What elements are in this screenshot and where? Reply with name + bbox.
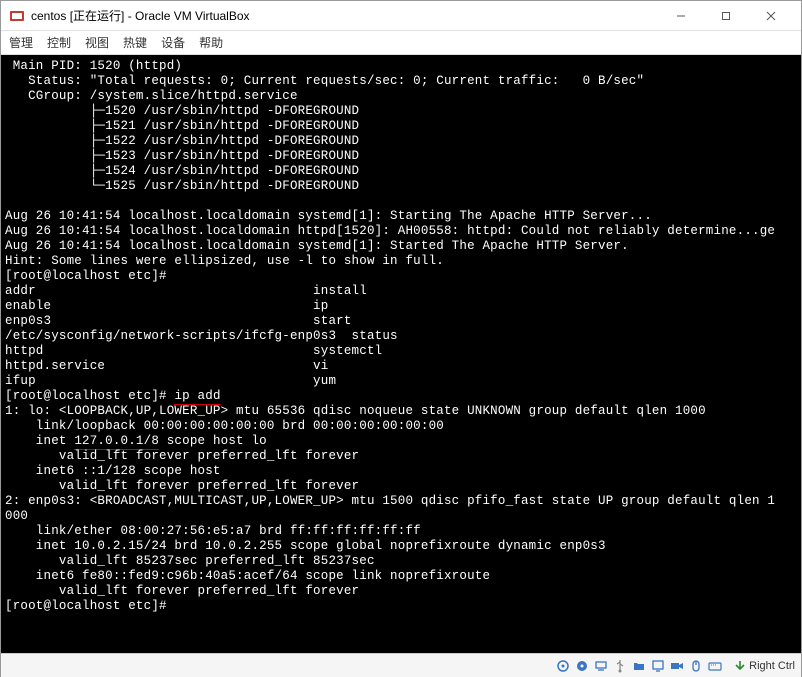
terminal-line: Hint: Some lines were ellipsized, use -l… — [5, 254, 444, 268]
terminal-line: /etc/sysconfig/network-scripts/ifcfg-enp… — [5, 329, 398, 343]
terminal-line: [root@localhost etc]# — [5, 599, 167, 613]
menu-manage[interactable]: 管理 — [9, 34, 33, 51]
terminal-line: Aug 26 10:41:54 localhost.localdomain sy… — [5, 239, 629, 253]
usb-icon[interactable] — [612, 658, 628, 674]
terminal-line: valid_lft forever preferred_lft forever — [5, 479, 359, 493]
terminal-line: 1: lo: <LOOPBACK,UP,LOWER_UP> mtu 65536 … — [5, 404, 706, 418]
menu-view[interactable]: 视图 — [85, 34, 109, 51]
status-icons — [555, 658, 723, 674]
terminal-line: Status: "Total requests: 0; Current requ… — [5, 74, 644, 88]
terminal-line: └─1525 /usr/sbin/httpd -DFOREGROUND — [5, 179, 359, 193]
minimize-button[interactable] — [658, 2, 703, 30]
close-button[interactable] — [748, 2, 793, 30]
terminal-line: link/loopback 00:00:00:00:00:00 brd 00:0… — [5, 419, 444, 433]
terminal-line: enp0s3 start — [5, 314, 352, 328]
menu-bar: 管理 控制 视图 热键 设备 帮助 — [1, 31, 801, 55]
window-title: centos [正在运行] - Oracle VM VirtualBox — [31, 7, 658, 24]
window-titlebar: centos [正在运行] - Oracle VM VirtualBox — [1, 1, 801, 31]
terminal-line: ├─1522 /usr/sbin/httpd -DFOREGROUND — [5, 134, 359, 148]
terminal-line: 000 — [5, 509, 28, 523]
terminal-line: valid_lft 85237sec preferred_lft 85237se… — [5, 554, 375, 568]
shared-folder-icon[interactable] — [631, 658, 647, 674]
terminal-line: ├─1520 /usr/sbin/httpd -DFOREGROUND — [5, 104, 359, 118]
terminal-prompt: [root@localhost etc]# — [5, 389, 174, 403]
terminal-line: valid_lft forever preferred_lft forever — [5, 584, 359, 598]
terminal-output[interactable]: Main PID: 1520 (httpd) Status: "Total re… — [1, 55, 801, 653]
terminal-line: inet6 fe80::fed9:c96b:40a5:acef/64 scope… — [5, 569, 490, 583]
disk-icon[interactable] — [555, 658, 571, 674]
terminal-line: Aug 26 10:41:54 localhost.localdomain ht… — [5, 224, 775, 238]
host-key-indicator: Right Ctrl — [733, 659, 795, 673]
terminal-line: ├─1524 /usr/sbin/httpd -DFOREGROUND — [5, 164, 359, 178]
terminal-inet-suffix: scope host lo — [159, 434, 267, 448]
hostkey-arrow-icon — [733, 659, 747, 673]
terminal-inet-ip: 127.0.0.1/8 — [74, 434, 159, 450]
status-bar: Right Ctrl — [1, 653, 801, 677]
menu-devices[interactable]: 设备 — [161, 34, 185, 51]
terminal-line: httpd.service vi — [5, 359, 328, 373]
host-key-text: Right Ctrl — [749, 660, 795, 672]
terminal-line: 2: enp0s3: <BROADCAST,MULTICAST,UP,LOWER… — [5, 494, 775, 508]
mouse-capture-icon[interactable] — [688, 658, 704, 674]
window-controls — [658, 2, 793, 30]
menu-control[interactable]: 控制 — [47, 34, 71, 51]
terminal-command: ip add — [174, 389, 220, 405]
terminal-line: ├─1523 /usr/sbin/httpd -DFOREGROUND — [5, 149, 359, 163]
terminal-line: CGroup: /system.slice/httpd.service — [5, 89, 298, 103]
menu-hotkeys[interactable]: 热键 — [123, 34, 147, 51]
record-icon[interactable] — [669, 658, 685, 674]
terminal-line: link/ether 08:00:27:56:e5:a7 brd ff:ff:f… — [5, 524, 421, 538]
terminal-inet-prefix: inet — [5, 434, 74, 448]
terminal-line: enable ip — [5, 299, 328, 313]
maximize-button[interactable] — [703, 2, 748, 30]
terminal-line: [root@localhost etc]# — [5, 269, 167, 283]
terminal-line: valid_lft forever preferred_lft forever — [5, 449, 359, 463]
terminal-line: Aug 26 10:41:54 localhost.localdomain sy… — [5, 209, 652, 223]
terminal-line: ├─1521 /usr/sbin/httpd -DFOREGROUND — [5, 119, 359, 133]
keyboard-capture-icon[interactable] — [707, 658, 723, 674]
terminal-line: addr install — [5, 284, 367, 298]
network-icon[interactable] — [593, 658, 609, 674]
terminal-line: Main PID: 1520 (httpd) — [5, 59, 182, 73]
optical-icon[interactable] — [574, 658, 590, 674]
terminal-line: httpd systemctl — [5, 344, 382, 358]
menu-help[interactable]: 帮助 — [199, 34, 223, 51]
virtualbox-icon — [9, 8, 25, 24]
terminal-line: inet6 ::1/128 scope host — [5, 464, 221, 478]
terminal-line: inet 10.0.2.15/24 brd 10.0.2.255 scope g… — [5, 539, 606, 553]
terminal-line: ifup yum — [5, 374, 336, 388]
display-icon[interactable] — [650, 658, 666, 674]
